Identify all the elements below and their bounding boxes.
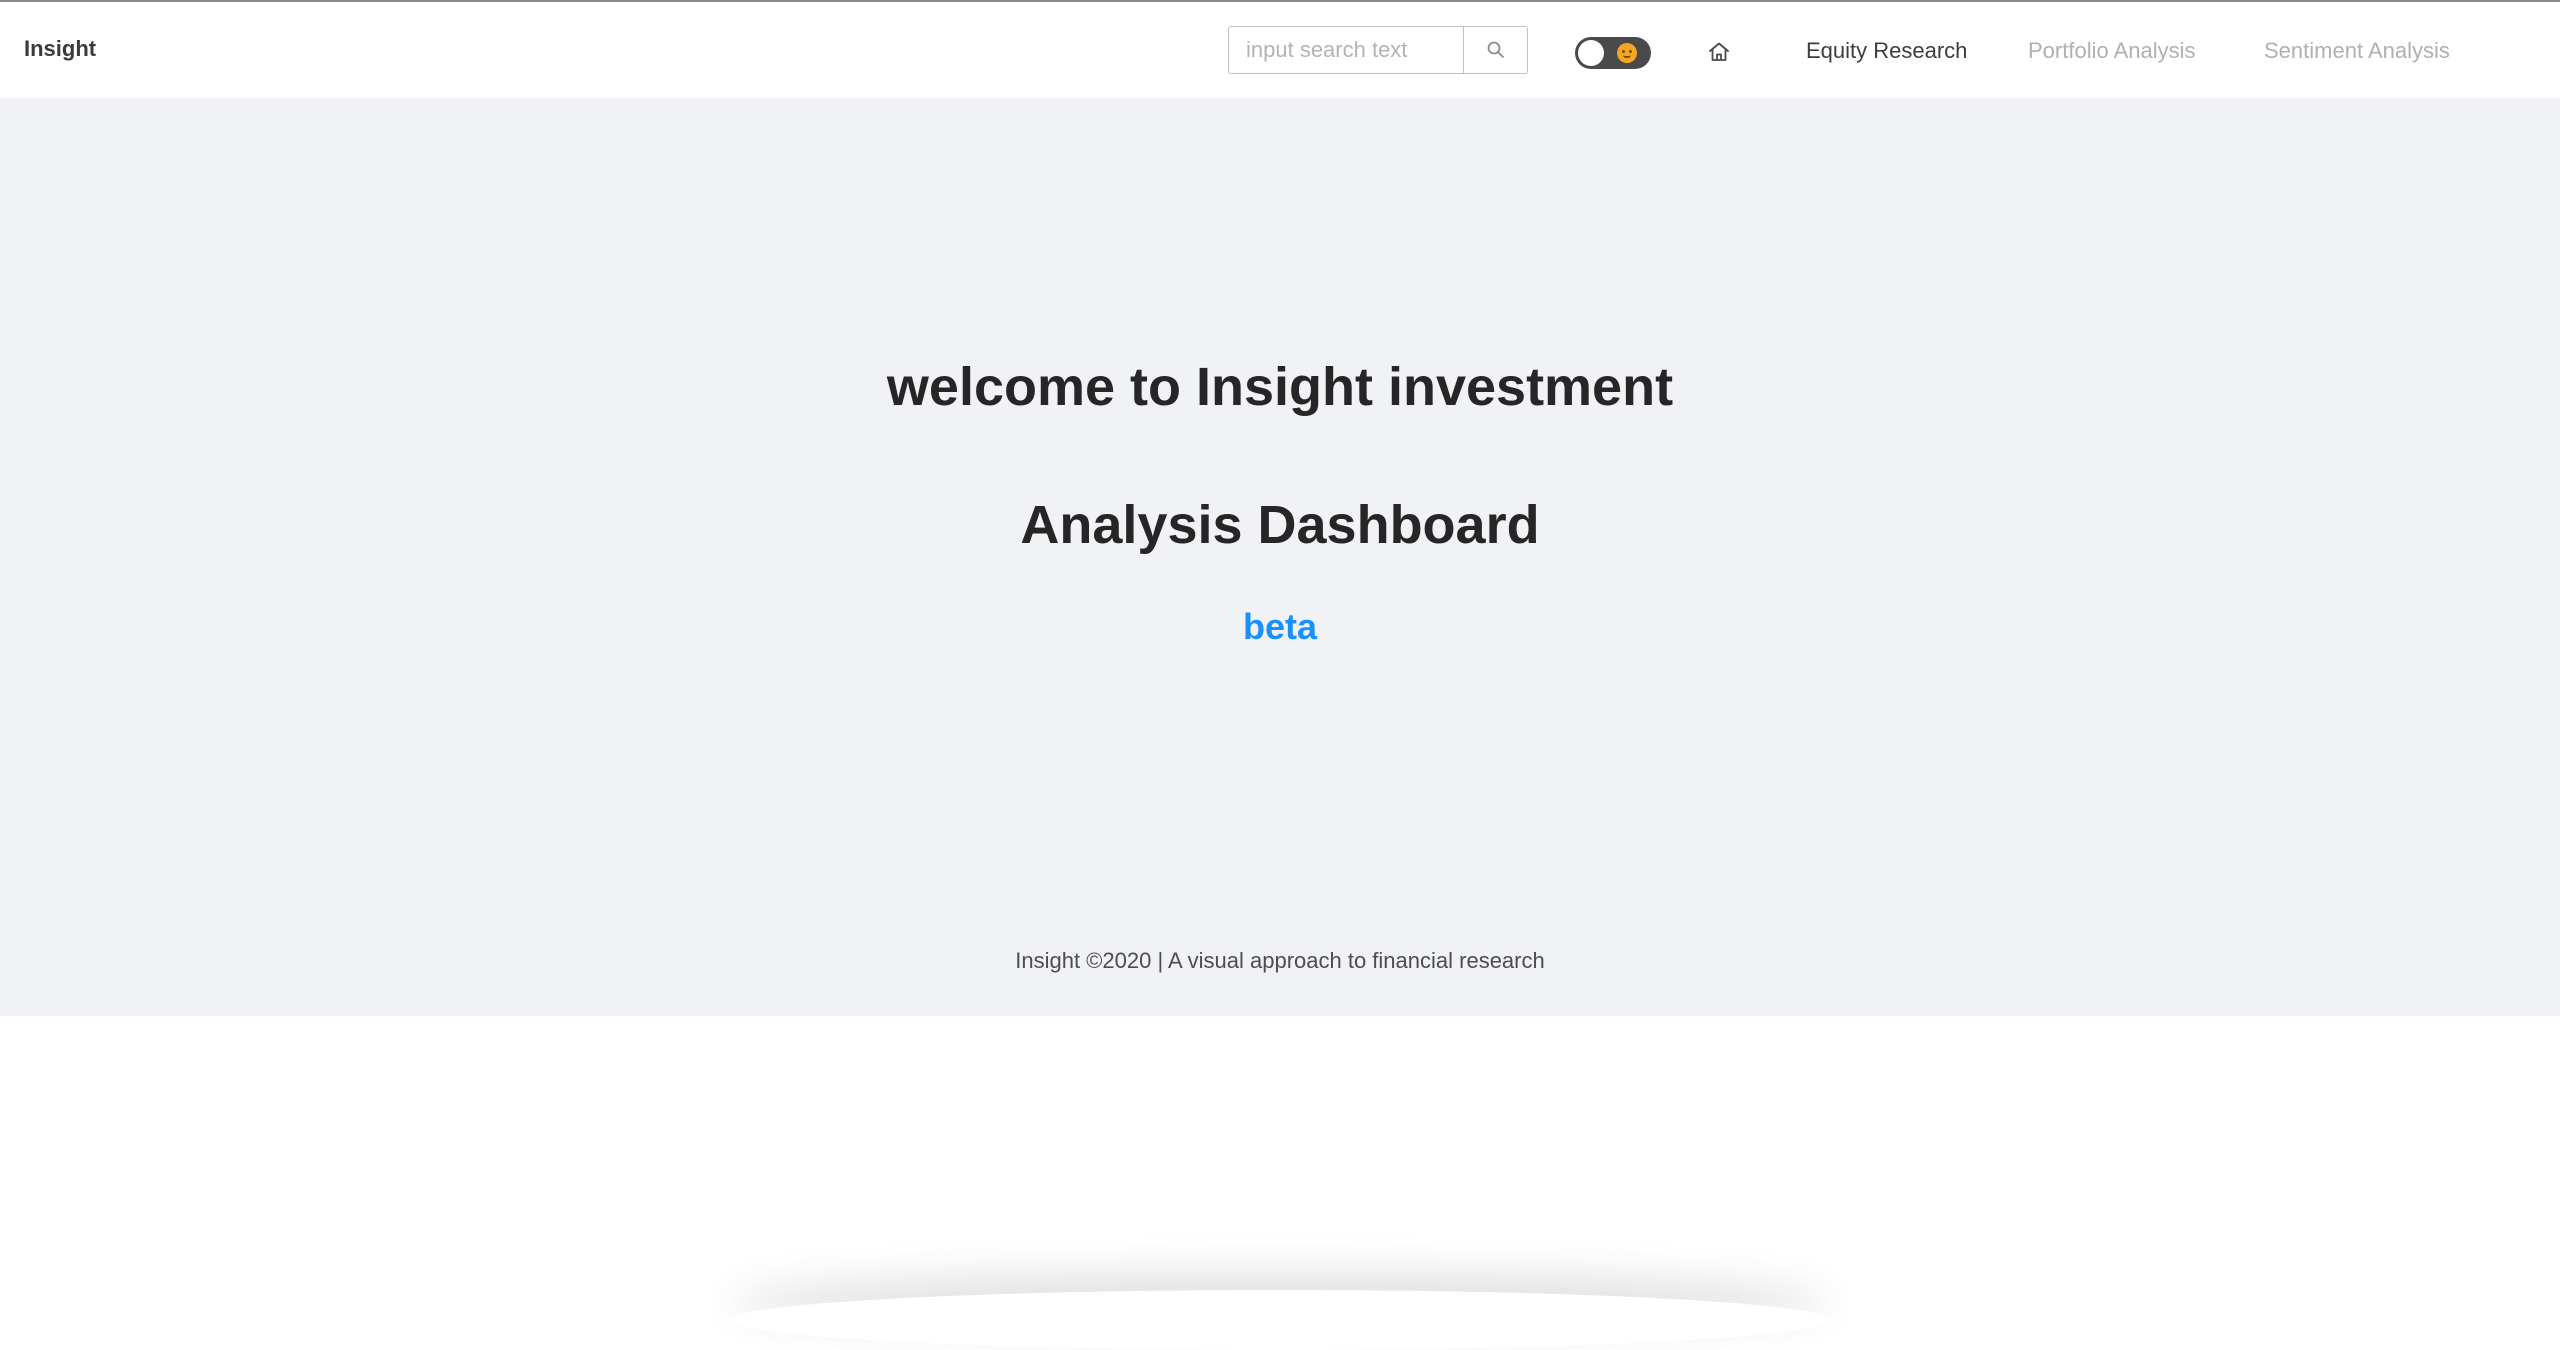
theme-toggle[interactable] [1575, 37, 1651, 69]
top-header: Insight Equity Research Portfolio Analys… [0, 2, 2560, 98]
search-box [1228, 26, 1528, 74]
search-input[interactable] [1229, 27, 1463, 73]
hero-title-line1: welcome to Insight investment [886, 357, 1674, 417]
main-content: welcome to Insight investment Analysis D… [0, 98, 2560, 1016]
page-footer: Insight ©2020 | A visual approach to fin… [1015, 948, 1545, 973]
sun-emoji-icon [1617, 43, 1637, 63]
beta-tag: beta [1242, 606, 1318, 647]
bottom-shadow [730, 1290, 1830, 1350]
home-button[interactable] [1706, 39, 1732, 65]
nav-portfolio-analysis[interactable]: Portfolio Analysis [2028, 38, 2196, 64]
home-icon [1709, 42, 1729, 61]
toggle-knob [1578, 40, 1604, 66]
search-icon [1487, 41, 1504, 58]
hero-title-line2: Analysis Dashboard [1020, 495, 1540, 555]
brand-logo[interactable]: Insight [24, 36, 96, 62]
nav-sentiment-analysis[interactable]: Sentiment Analysis [2264, 38, 2450, 64]
search-button[interactable] [1463, 27, 1527, 73]
nav-equity-research[interactable]: Equity Research [1806, 38, 1967, 64]
